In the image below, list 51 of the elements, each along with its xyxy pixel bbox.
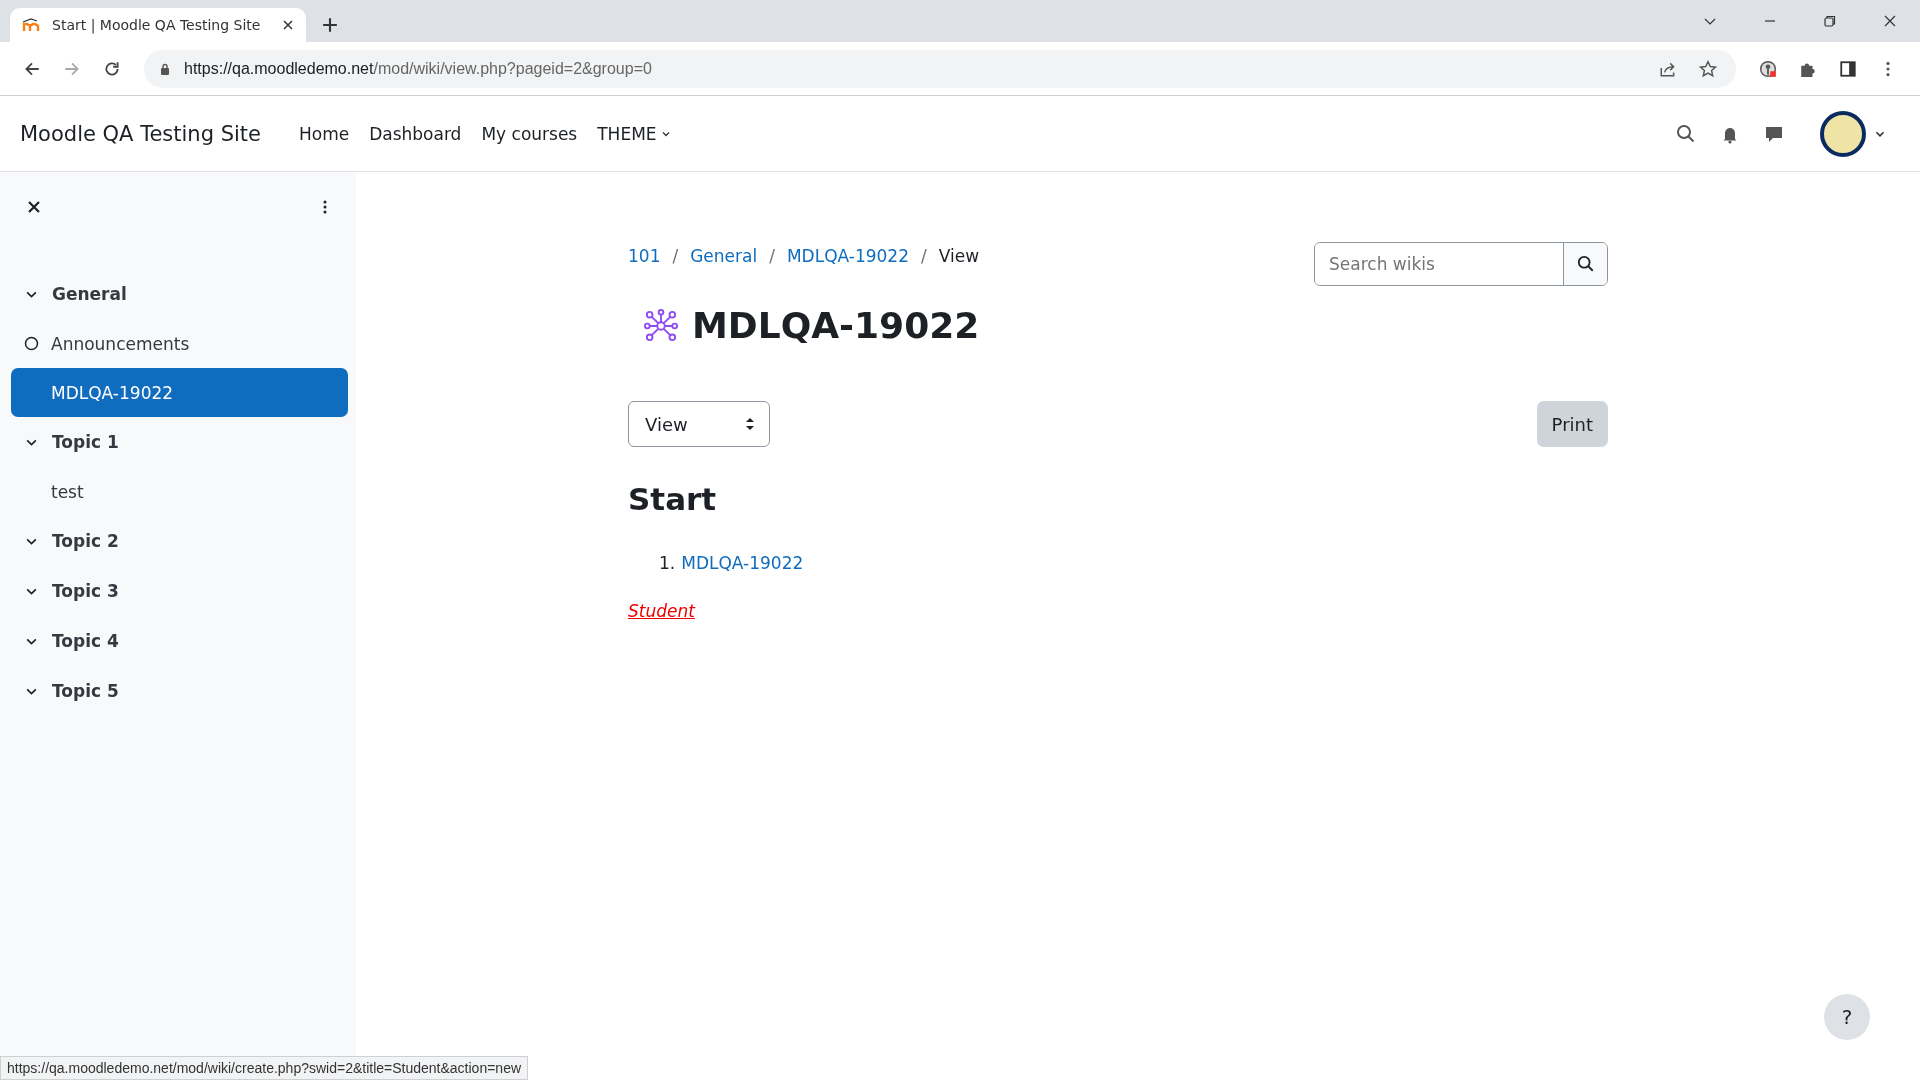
section-title[interactable]: Topic 3 [52, 581, 119, 601]
search-icon[interactable] [1676, 123, 1696, 144]
list-number: 1. [659, 553, 676, 573]
new-page-link[interactable]: Student [628, 601, 695, 621]
close-icon[interactable] [27, 200, 41, 214]
nav-link[interactable]: Dashboard [369, 123, 462, 144]
view-select[interactable]: View [628, 401, 770, 447]
browser-tab[interactable]: Start | Moodle QA Testing Site [10, 8, 306, 42]
status-bar-url: https://qa.moodledemo.net/mod/wiki/create.php?swid=2&title=Student&action=new [0, 1056, 529, 1080]
up-down-arrows-icon [745, 417, 755, 431]
section-title[interactable]: Topic 1 [52, 432, 119, 452]
activity-item[interactable]: test [11, 467, 348, 516]
extension-icon[interactable] [1759, 59, 1777, 78]
section-title[interactable]: Topic 5 [52, 681, 119, 701]
nav-link[interactable]: Home [298, 123, 350, 144]
address-bar[interactable]: https://qa.moodledemo.net/mod/wiki/view.php?pageid=2&group=0 [144, 49, 1736, 88]
user-avatar[interactable] [1820, 110, 1866, 157]
breadcrumb-link[interactable]: General [690, 246, 758, 266]
side-panel-icon[interactable] [1839, 59, 1857, 78]
breadcrumb-separator: / [672, 246, 679, 266]
moodle-logo-icon [22, 18, 42, 32]
nav-dropdown[interactable]: THEME [597, 123, 671, 144]
site-name[interactable]: Moodle QA Testing Site [20, 121, 261, 146]
breadcrumb-separator: / [769, 246, 775, 266]
activity-item[interactable]: Announcements [11, 319, 348, 368]
close-tab-icon[interactable] [282, 19, 294, 31]
breadcrumb-separator: / [921, 246, 927, 266]
section-title[interactable]: General [52, 284, 127, 304]
page-title: MDLQA-19022 [692, 305, 980, 346]
wiki-heading: Start [628, 481, 718, 517]
wiki-icon [644, 308, 678, 343]
print-button[interactable]: Print [1536, 401, 1608, 447]
section-title[interactable]: Topic 2 [52, 531, 119, 551]
nav-link[interactable]: My courses [481, 123, 578, 144]
search-button[interactable] [1563, 243, 1607, 285]
search-field[interactable]: Search wikis [1314, 242, 1608, 286]
restore-icon[interactable] [1823, 14, 1837, 28]
url-text: https://qa.moodledemo.net/mod/wiki/view.php?pageid=2&group=0 [184, 59, 652, 78]
reload-icon[interactable] [103, 59, 121, 78]
wiki-page-link[interactable]: MDLQA-19022 [681, 553, 804, 573]
breadcrumb-current: View [938, 246, 980, 266]
help-button[interactable]: ? [1824, 994, 1870, 1040]
breadcrumb-link[interactable]: MDLQA-19022 [786, 246, 909, 266]
star-icon[interactable] [1699, 59, 1717, 78]
breadcrumb-link[interactable]: 101 [628, 246, 661, 266]
search-icon [1576, 255, 1595, 273]
activity-item[interactable]: MDLQA-19022 [11, 368, 348, 417]
close-icon[interactable] [1883, 14, 1897, 28]
lock-icon [160, 62, 170, 75]
new-tab-icon[interactable] [322, 17, 338, 33]
section-title[interactable]: Topic 4 [52, 631, 119, 651]
